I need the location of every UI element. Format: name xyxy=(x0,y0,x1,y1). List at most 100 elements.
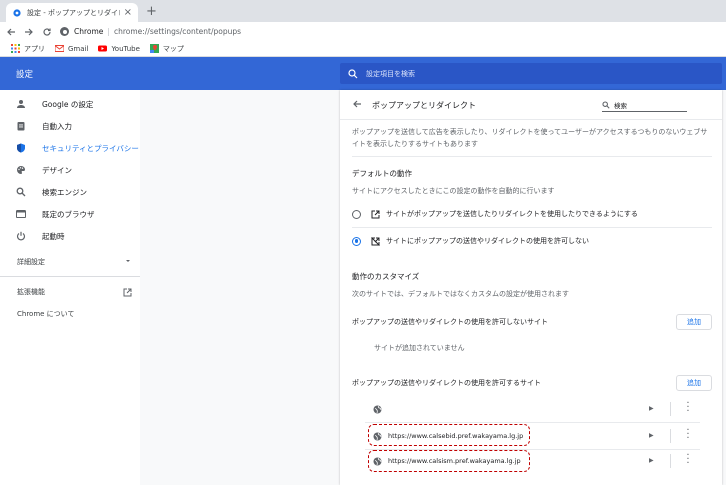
sidebar-item-security[interactable]: セキュリティとプライバシー xyxy=(16,137,140,159)
sidebar-item-about[interactable]: Chrome について xyxy=(17,309,74,319)
power-icon xyxy=(16,231,26,241)
globe-icon xyxy=(373,405,382,413)
radio-allow-popups[interactable]: サイトがポップアップを送信したりリダイレクトを使用したりできるようにする xyxy=(352,203,712,225)
site-search-input[interactable]: 検索 xyxy=(602,99,687,112)
search-placeholder: 設定項目を検索 xyxy=(366,69,415,78)
add-allowed-site-button[interactable]: 追加 xyxy=(676,375,712,391)
url-text: chrome://settings/content/popups xyxy=(113,27,242,36)
popups-settings-card: ポップアップとリダイレクト 検索 ポップアップを送信して広告を表示したり、リダイ… xyxy=(340,90,722,485)
no-sites-note: サイトが追加されていません xyxy=(374,344,465,352)
page-title: ポップアップとリダイレクト xyxy=(372,101,476,110)
allow-list-label: ポップアップの送信やリダイレクトの使用を許可するサイト xyxy=(352,379,541,387)
radio-label: サイトがポップアップを送信したりリダイレクトを使用したりできるようにする xyxy=(386,210,638,218)
customize-heading: 動作のカスタマイズ xyxy=(352,272,420,281)
bookmark-label: アプリ xyxy=(24,44,45,53)
more-vert-icon[interactable]: · · · xyxy=(685,451,691,469)
row-separator xyxy=(670,429,671,443)
chrome-icon xyxy=(60,27,69,36)
bookmarks-bar: アプリ Gmail YouTube マップ xyxy=(0,41,726,57)
divider xyxy=(352,156,712,157)
search-icon xyxy=(16,187,26,197)
customize-subtitle: 次のサイトでは、デフォルトではなくカスタムの設定が使用されます xyxy=(352,290,569,298)
browser-tab[interactable]: 設定 - ポップアップとリダイレクト × xyxy=(6,3,138,22)
tab-strip: 設定 - ポップアップとリダイレクト × + xyxy=(0,0,726,22)
allow-list-header: ポップアップの送信やリダイレクトの使用を許可するサイト 追加 xyxy=(352,372,712,394)
divider xyxy=(352,227,712,228)
omnibox-separator: | xyxy=(107,27,110,36)
back-arrow-icon[interactable] xyxy=(352,99,362,112)
radio-button-checked[interactable] xyxy=(352,236,361,246)
radio-button[interactable] xyxy=(352,209,361,219)
omnibox-chrome-label: Chrome xyxy=(74,27,104,36)
radio-block-popups[interactable]: サイトにポップアップの送信やリダイレクトの使用を許可しない xyxy=(352,230,712,252)
sidebar-item-label: 起動時 xyxy=(42,231,65,241)
reload-button[interactable] xyxy=(40,25,54,39)
card-header: ポップアップとリダイレクト 検索 xyxy=(340,90,722,120)
sidebar-item-label: 検索エンジン xyxy=(42,187,87,197)
popup-blocked-icon xyxy=(371,236,380,246)
settings-title: 設定 xyxy=(16,70,34,80)
more-vert-icon[interactable]: · · · xyxy=(685,426,691,444)
bookmark-apps[interactable]: アプリ xyxy=(11,44,45,54)
bookmark-label: YouTube xyxy=(111,44,140,53)
allowed-site-row[interactable]: ▶ · · · xyxy=(352,396,712,422)
reload-icon xyxy=(43,27,51,36)
chevron-down-icon xyxy=(126,260,130,262)
sidebar-item-label: 自動入力 xyxy=(42,121,72,131)
sidebar-item-label: セキュリティとプライバシー xyxy=(42,143,139,153)
sidebar-item-autofill[interactable]: 自動入力 xyxy=(16,115,140,137)
sidebar-advanced-toggle[interactable]: 詳細設定 xyxy=(17,257,132,267)
sidebar-item-label: デザイン xyxy=(42,165,72,175)
sidebar-divider xyxy=(0,276,140,277)
tab-close-icon[interactable]: × xyxy=(124,7,132,18)
settings-gear-icon xyxy=(13,8,21,17)
chevron-right-icon[interactable]: ▶ xyxy=(649,405,654,412)
person-icon xyxy=(16,99,26,109)
search-label: 検索 xyxy=(614,102,627,110)
chevron-right-icon[interactable]: ▶ xyxy=(649,457,654,464)
forward-arrow-icon xyxy=(25,28,33,35)
search-icon xyxy=(348,68,358,78)
block-list-header: ポップアップの送信やリダイレクトの使用を許可しないサイト 追加 xyxy=(352,311,712,333)
tab-title: 設定 - ポップアップとリダイレクト xyxy=(27,8,120,17)
bookmark-youtube[interactable]: YouTube xyxy=(98,44,140,53)
bookmark-maps[interactable]: マップ xyxy=(149,44,184,54)
back-button[interactable] xyxy=(4,25,18,39)
add-blocked-site-button[interactable]: 追加 xyxy=(676,314,712,330)
palette-icon xyxy=(16,165,26,175)
sidebar-item-appearance[interactable]: デザイン xyxy=(16,159,140,181)
open-in-new-icon xyxy=(123,288,132,296)
settings-header: 設定 設定項目を検索 xyxy=(0,57,726,90)
shield-icon xyxy=(16,143,26,153)
row-separator xyxy=(670,454,671,468)
bookmark-gmail[interactable]: Gmail xyxy=(55,44,88,53)
highlight-annotation xyxy=(368,450,530,472)
gmail-icon xyxy=(55,45,64,52)
youtube-icon xyxy=(98,45,108,52)
clipboard-icon xyxy=(16,121,26,131)
bookmark-label: マップ xyxy=(162,44,184,53)
maps-icon xyxy=(149,44,159,53)
sidebar-item-startup[interactable]: 起動時 xyxy=(16,225,140,247)
address-bar[interactable]: Chrome | chrome://settings/content/popup… xyxy=(60,24,241,39)
advanced-label: 詳細設定 xyxy=(17,258,45,266)
more-vert-icon[interactable]: · · · xyxy=(685,399,691,417)
sidebar-item-search-engine[interactable]: 検索エンジン xyxy=(16,181,140,203)
back-arrow-icon xyxy=(7,28,15,35)
sidebar-item-default-browser[interactable]: 既定のブラウザ xyxy=(16,203,140,225)
default-behavior-heading: デフォルトの動作 xyxy=(352,169,412,178)
sidebar-item-extensions[interactable]: 拡張機能 xyxy=(17,287,132,297)
apps-grid-icon xyxy=(11,44,20,53)
sidebar-item-label: Google の設定 xyxy=(42,99,94,109)
block-list-label: ポップアップの送信やリダイレクトの使用を許可しないサイト xyxy=(352,318,548,326)
browser-toolbar: Chrome | chrome://settings/content/popup… xyxy=(0,22,726,41)
new-tab-button[interactable]: + xyxy=(146,4,157,19)
settings-search-input[interactable]: 設定項目を検索 xyxy=(340,63,722,84)
popups-description: ポップアップを送信して広告を表示したり、リダイレクトを使ってユーザーがアクセスす… xyxy=(352,128,708,148)
bookmark-label: Gmail xyxy=(68,44,89,53)
search-icon xyxy=(602,101,610,109)
forward-button[interactable] xyxy=(22,25,36,39)
sidebar-item-google[interactable]: Google の設定 xyxy=(16,93,140,115)
row-separator xyxy=(670,402,671,416)
chevron-right-icon[interactable]: ▶ xyxy=(649,432,654,439)
